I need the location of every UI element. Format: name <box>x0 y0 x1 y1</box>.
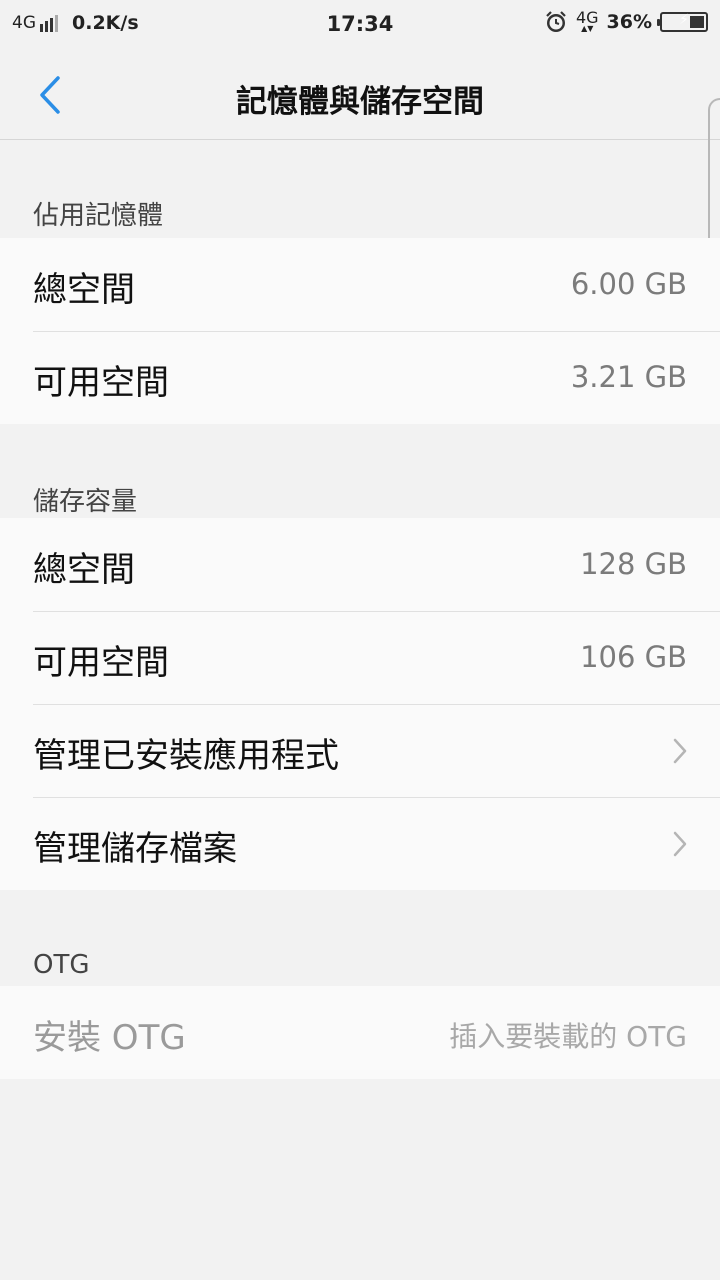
row-label: 總空間 <box>33 270 135 310</box>
chevron-right-icon <box>673 738 687 764</box>
row-value: 106 GB <box>580 640 687 674</box>
storage-total-row: 總空間 128 GB <box>0 518 720 611</box>
section-label-otg: OTG <box>33 950 90 980</box>
row-label: 管理儲存檔案 <box>33 829 237 869</box>
row-value: 6.00 GB <box>570 267 687 301</box>
row-label: 管理已安裝應用程式 <box>33 736 339 776</box>
network-type-secondary: 4G ▲▼ <box>576 10 599 33</box>
app-header: 記憶體與儲存空間 <box>0 50 720 140</box>
battery-percent: 36% <box>606 11 652 33</box>
status-right: 4G ▲▼ 36% ⚡ <box>544 10 708 34</box>
row-label: 可用空間 <box>33 363 169 403</box>
manage-apps-item[interactable]: 管理已安裝應用程式 <box>0 704 720 797</box>
install-otg-item[interactable]: 安裝 OTG 插入要裝載的 OTG <box>0 986 720 1079</box>
battery-charging-icon: ⚡ <box>657 12 708 32</box>
row-label: 安裝 OTG <box>33 1018 186 1058</box>
row-label: 可用空間 <box>33 643 169 683</box>
section-label-memory: 佔用記憶體 <box>33 201 164 231</box>
page-title: 記憶體與儲存空間 <box>236 84 484 120</box>
memory-available-row: 可用空間 3.21 GB <box>0 331 720 424</box>
row-value: 3.21 GB <box>570 360 687 394</box>
chevron-right-icon <box>673 831 687 857</box>
bolt-icon: ⚡ <box>679 12 689 28</box>
row-value: 128 GB <box>580 547 687 581</box>
storage-group: 總空間 128 GB 可用空間 106 GB 管理已安裝應用程式 管理儲存檔案 <box>0 518 720 890</box>
alarm-icon <box>546 11 566 32</box>
status-bar: 4G 0.2K/s 17:34 4G ▲▼ 36% ⚡ <box>0 0 720 50</box>
memory-group: 總空間 6.00 GB 可用空間 3.21 GB <box>0 238 720 424</box>
row-label: 總空間 <box>33 550 135 590</box>
storage-available-row: 可用空間 106 GB <box>0 611 720 704</box>
otg-group: 安裝 OTG 插入要裝載的 OTG <box>0 986 720 1079</box>
memory-total-row: 總空間 6.00 GB <box>0 238 720 331</box>
section-label-storage: 儲存容量 <box>33 487 138 517</box>
row-value: 插入要裝載的 OTG <box>449 1020 687 1053</box>
manage-files-item[interactable]: 管理儲存檔案 <box>0 797 720 890</box>
